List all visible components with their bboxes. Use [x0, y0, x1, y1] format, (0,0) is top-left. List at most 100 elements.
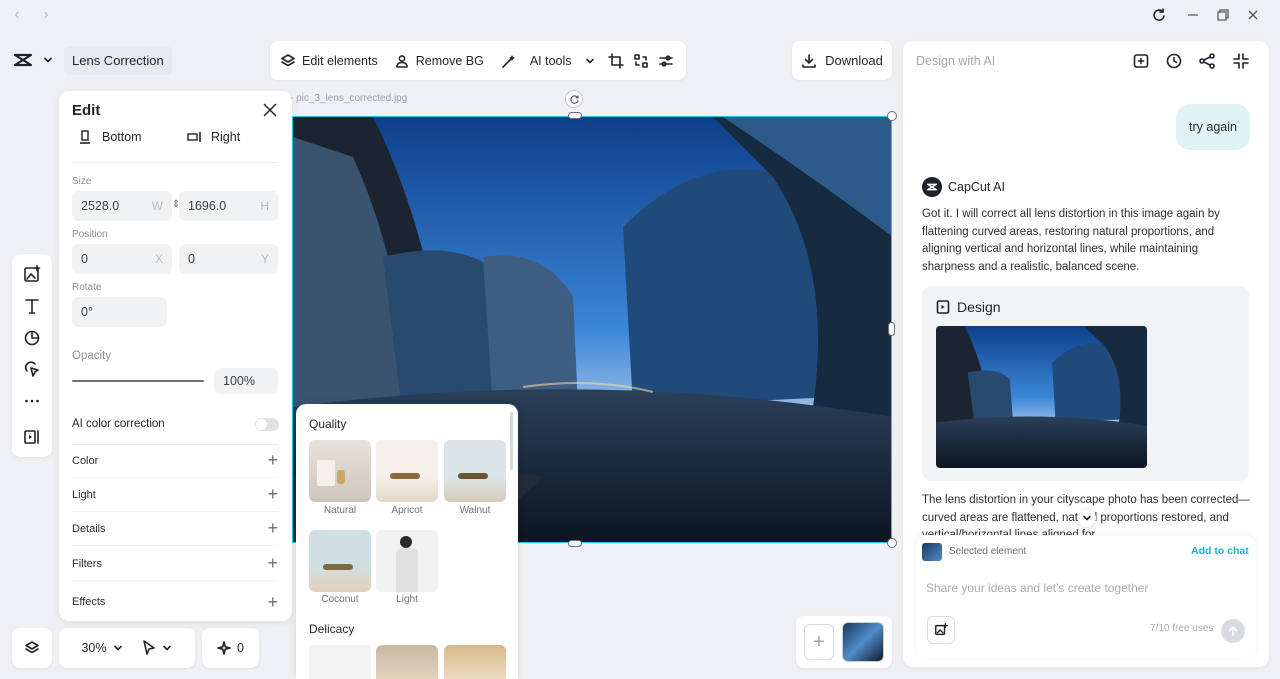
top-toolbar: Edit elements Remove BG AI tools — [270, 41, 686, 80]
refresh-icon[interactable] — [1150, 6, 1168, 24]
video-frame-icon[interactable] — [22, 427, 42, 447]
chat-input[interactable]: Share your ideas and let's create togeth… — [926, 581, 1246, 595]
edit-elements-button[interactable]: Edit elements — [280, 53, 378, 69]
project-header: Lens Correction — [12, 42, 172, 78]
text-icon[interactable] — [22, 296, 42, 316]
pointer-tool-dropdown[interactable] — [142, 640, 173, 656]
add-to-chat-button[interactable]: Add to chat — [1191, 545, 1249, 557]
divider — [72, 162, 278, 163]
plus-icon: + — [267, 591, 278, 612]
filter-thumb-light[interactable] — [376, 530, 438, 592]
person-icon — [394, 53, 410, 69]
position-label: Position — [72, 229, 108, 240]
left-tool-rail — [12, 254, 52, 457]
filter-thumb-coconut[interactable] — [309, 530, 371, 592]
plus-icon: + — [267, 484, 278, 504]
add-page-button[interactable]: + — [804, 624, 834, 660]
history-icon[interactable] — [1165, 52, 1183, 70]
opacity-slider-track[interactable] — [72, 380, 204, 382]
zoom-dropdown[interactable]: 30% — [81, 641, 123, 655]
cityscape-thumbnail — [936, 326, 1147, 468]
shapes-icon[interactable] — [22, 328, 42, 348]
chevron-down-icon — [161, 642, 173, 654]
rotate-field[interactable]: 0° — [72, 297, 167, 327]
light-section[interactable]: Light + — [72, 478, 278, 512]
position-x-field[interactable]: 0X — [72, 244, 172, 274]
layers-icon — [280, 53, 296, 69]
scroll-down-icon[interactable] — [1078, 509, 1096, 527]
align-bottom-button[interactable]: Bottom — [79, 130, 142, 144]
plus-icon: + — [267, 518, 278, 538]
scrollbar[interactable] — [510, 412, 513, 470]
opacity-field[interactable]: 100% — [214, 368, 278, 394]
more-icon[interactable] — [22, 391, 42, 411]
ai-color-correction-label: AI color correction — [72, 418, 165, 430]
filter-thumb-apricot[interactable] — [376, 440, 438, 502]
send-button[interactable] — [1221, 619, 1245, 643]
resize-handle[interactable] — [568, 540, 582, 547]
rotate-handle-icon[interactable] — [565, 90, 583, 108]
arrow-up-icon — [1227, 625, 1239, 637]
selected-element-label: Selected element — [949, 546, 1027, 557]
filter-thumb-walnut[interactable] — [444, 440, 506, 502]
plus-icon: + — [267, 450, 278, 470]
ai-color-correction-toggle[interactable] — [255, 418, 279, 431]
download-button[interactable]: Download — [792, 41, 892, 80]
new-chat-icon[interactable] — [1132, 52, 1150, 70]
crop-icon[interactable] — [606, 47, 627, 75]
align-bottom-icon — [79, 130, 91, 144]
height-field[interactable]: 1696.0 H — [179, 191, 278, 221]
filter-thumb[interactable] — [444, 645, 506, 679]
add-image-icon — [934, 623, 948, 637]
collapse-icon[interactable] — [1232, 52, 1250, 70]
selected-element-thumbnail — [922, 543, 942, 561]
filters-popover: Quality Natural Apricot Walnut Coconut L… — [296, 404, 518, 679]
restore-icon[interactable] — [1214, 6, 1232, 24]
design-result-card[interactable]: Design — [922, 286, 1249, 481]
project-name[interactable]: Lens Correction — [64, 45, 172, 75]
resize-handle[interactable] — [887, 111, 897, 121]
layers-button[interactable] — [12, 628, 52, 668]
capcut-logo-icon[interactable] — [12, 51, 34, 69]
filters-section[interactable]: Filters + — [72, 547, 278, 581]
design-result-image[interactable] — [936, 326, 1147, 468]
close-icon[interactable] — [1244, 6, 1262, 24]
resize-handle[interactable] — [887, 538, 897, 548]
details-section[interactable]: Details + — [72, 512, 278, 546]
width-field[interactable]: 2528.0 W — [72, 191, 172, 221]
assistant-message: Got it. I will correct all lens distorti… — [922, 208, 1220, 273]
design-card-header: Design — [936, 299, 1001, 315]
edit-panel: Edit Bottom Right Size 2528.0 W ⇕ 1696.0 H… — [59, 91, 292, 621]
chevron-right-icon[interactable]: › — [38, 7, 54, 23]
page-thumbnail[interactable] — [842, 622, 884, 662]
resize-handle[interactable] — [568, 112, 582, 119]
filter-thumb[interactable] — [309, 645, 371, 679]
remove-bg-button[interactable]: Remove BG — [394, 53, 484, 69]
resize-handle[interactable] — [888, 322, 895, 336]
effects-section[interactable]: Effects + — [72, 585, 278, 619]
transform-icon[interactable] — [630, 47, 651, 75]
sparkle-icon — [217, 641, 231, 655]
cursor-icon — [142, 640, 156, 656]
close-icon[interactable] — [262, 102, 278, 118]
chevron-down-icon — [584, 55, 596, 67]
position-y-field[interactable]: 0Y — [179, 244, 278, 274]
quality-title: Quality — [309, 417, 347, 431]
filter-thumb[interactable] — [376, 645, 438, 679]
minimize-icon[interactable] — [1184, 6, 1202, 24]
design-icon — [936, 299, 950, 315]
add-image-icon[interactable] — [22, 264, 42, 284]
share-icon[interactable] — [1198, 52, 1216, 70]
adjust-sliders-icon[interactable] — [655, 47, 676, 75]
ai-panel-title: Design with AI — [916, 54, 996, 68]
toggle-knob — [256, 419, 267, 430]
chevron-down-icon[interactable] — [42, 54, 54, 66]
chevron-left-icon[interactable]: ‹ — [9, 7, 25, 23]
color-section[interactable]: Color + — [72, 444, 278, 478]
upload-image-button[interactable] — [927, 616, 955, 644]
filter-thumb-natural[interactable] — [309, 440, 371, 502]
ai-credits-button[interactable]: 0 — [202, 628, 259, 668]
ai-tools-button[interactable]: AI tools — [500, 53, 596, 69]
elements-icon[interactable] — [22, 359, 42, 379]
align-right-button[interactable]: Right — [187, 130, 240, 144]
